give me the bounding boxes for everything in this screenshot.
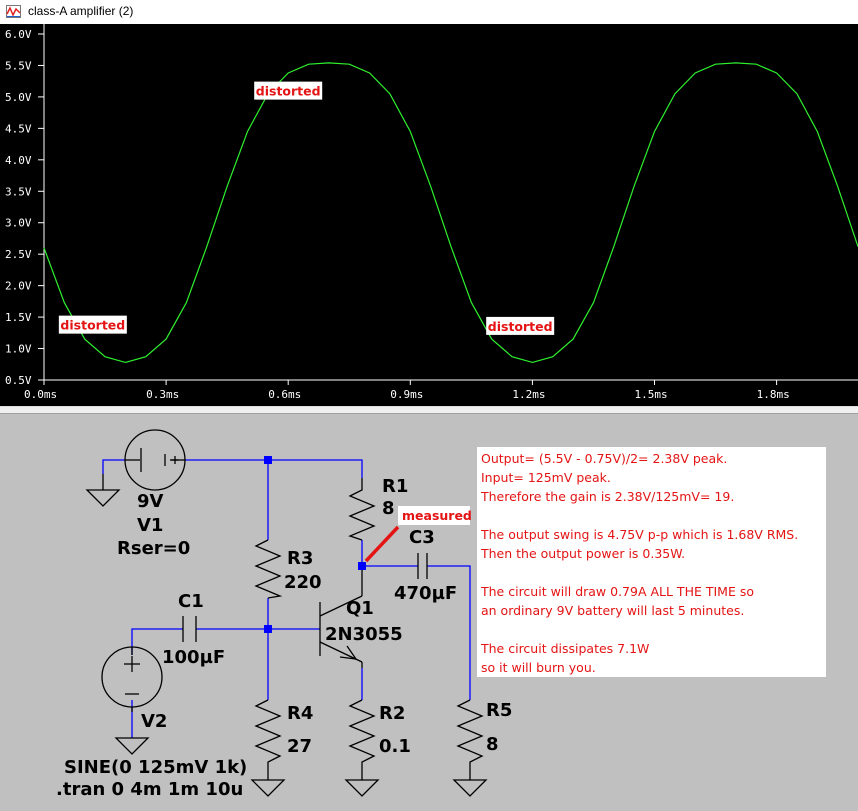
y-tick-label: 5.0V [5, 91, 32, 104]
note-line: Input= 125mV peak. [481, 470, 611, 485]
y-tick-label: 6.0V [5, 28, 32, 41]
y-tick-label: 5.5V [5, 59, 32, 72]
x-tick-label: 0.6ms [268, 388, 301, 401]
y-tick-label: 1.5V [5, 311, 32, 324]
note-line: Output= (5.5V - 0.75V)/2= 2.38V peak. [481, 451, 728, 466]
junction-dot [264, 625, 272, 633]
r2-name-label: R2 [379, 703, 405, 724]
ground-icon [344, 770, 380, 797]
v1-name-label: V1 [137, 515, 163, 536]
r1-value-label: 8 [382, 498, 395, 519]
v2-source-label: SINE(0 125mV 1k) [64, 757, 247, 778]
window-title: class-A amplifier (2) [28, 4, 134, 18]
r5-name-label: R5 [486, 700, 512, 721]
q1-model-label: 2N3055 [325, 624, 403, 645]
resistor-r4-icon [254, 699, 282, 770]
junction-dot [264, 456, 272, 464]
ground-icon [85, 474, 121, 507]
resistor-r5-icon [456, 699, 484, 770]
notes-box: Output= (5.5V - 0.75V)/2= 2.38V peak. In… [477, 447, 826, 677]
note-line: Therefore the gain is 2.38V/125mV= 19. [481, 489, 735, 504]
r1-name-label: R1 [382, 476, 408, 497]
ground-icon [452, 770, 488, 797]
measured-label: measured [402, 508, 472, 523]
v1-rser-label: Rser=0 [117, 538, 190, 559]
r2-value-label: 0.1 [379, 736, 411, 757]
ground-icon [114, 737, 150, 755]
note-line: so it will burn you. [481, 660, 596, 675]
distorted-label: distorted [256, 84, 321, 99]
ground-icon [250, 770, 286, 797]
y-tick-label: 3.5V [5, 185, 32, 198]
note-line: Then the output power is 0.35W. [481, 546, 686, 561]
distorted-label: distorted [488, 319, 553, 334]
pane-splitter[interactable] [0, 406, 858, 414]
y-tick-label: 3.0V [5, 217, 32, 230]
y-tick-label: 2.5V [5, 248, 32, 261]
resistor-r2-icon [348, 699, 376, 770]
x-tick-label: 1.8ms [757, 388, 790, 401]
v1-value-label: 9V [137, 491, 164, 512]
waveform-icon [6, 5, 21, 18]
r4-value-label: 27 [287, 736, 312, 757]
q1-name-label: Q1 [346, 598, 374, 619]
x-tick-label: 1.5ms [635, 388, 668, 401]
waveform-plot[interactable]: 6.0V 5.5V 5.0V 4.5V 4.0V 3.5V 3.0V 2.5V 2.0V 1.5V… [0, 24, 858, 406]
note-line: The circuit will draw 0.79A ALL THE TIME… [481, 584, 754, 599]
x-tick-label: 1.2ms [512, 388, 545, 401]
resistor-r1-icon [348, 478, 376, 541]
y-tick-label: 0.5V [5, 374, 32, 387]
y-tick-label: 2.0V [5, 280, 32, 293]
y-tick-label: 1.0V [5, 343, 32, 356]
distorted-label: distorted [60, 318, 125, 333]
junction-dot [358, 562, 366, 570]
waveform-chart[interactable]: 6.0V 5.5V 5.0V 4.5V 4.0V 3.5V 3.0V 2.5V 2.0V 1.5V… [0, 24, 858, 406]
y-tick-label: 4.0V [5, 154, 32, 167]
c1-value-label: 100µF [162, 647, 225, 668]
window-titlebar[interactable]: class-A amplifier (2) [0, 0, 858, 25]
note-line: The output swing is 4.75V p-p which is 1… [481, 527, 799, 542]
note-line: The circuit dissipates 7.1W [481, 641, 650, 656]
note-line: an ordinary 9V battery will last 5 minut… [481, 603, 745, 618]
waveform-trace [43, 62, 858, 364]
c3-name-label: C3 [409, 527, 435, 548]
capacitor-c3-icon [417, 553, 428, 579]
v2-name-label: V2 [141, 711, 167, 732]
resistor-r3-icon [254, 539, 283, 599]
measured-pointer [364, 525, 400, 563]
r3-name-label: R3 [287, 548, 313, 569]
battery-v1-icon [124, 429, 186, 491]
y-tick-label: 4.5V [5, 122, 32, 135]
x-tick-label: 0.9ms [390, 388, 423, 401]
x-tick-label: 0.3ms [146, 388, 179, 401]
x-tick-label: 0.0ms [24, 388, 57, 401]
r3-value-label: 220 [284, 572, 322, 593]
tran-directive[interactable]: .tran 0 4m 1m 10u [56, 779, 243, 800]
r5-value-label: 8 [486, 734, 499, 755]
capacitor-c1-icon [182, 616, 197, 642]
r4-name-label: R4 [287, 703, 313, 724]
c1-name-label: C1 [178, 591, 204, 612]
c3-value-label: 470µF [394, 583, 457, 604]
